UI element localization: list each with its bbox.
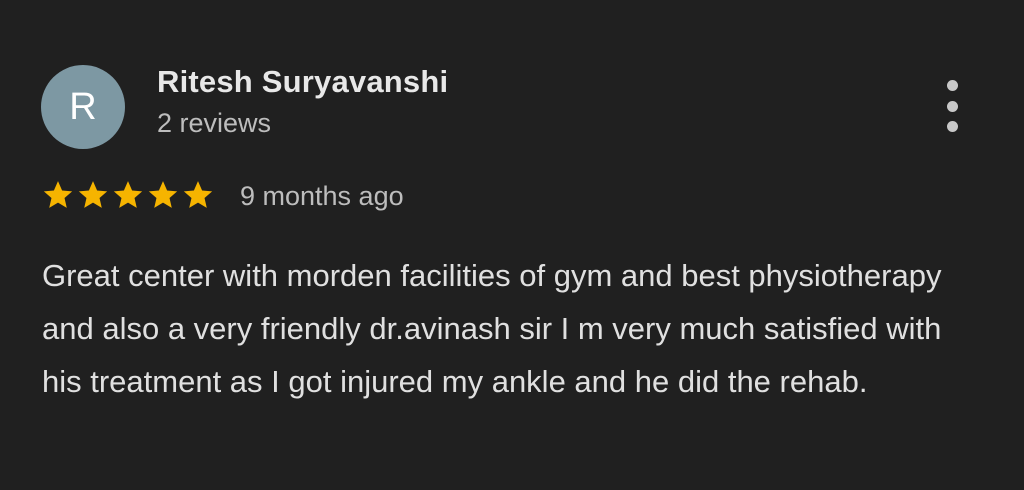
more-vert-icon — [946, 80, 958, 91]
star-icon — [148, 181, 178, 208]
star-icon — [43, 181, 73, 208]
review-card: R Ritesh Suryavanshi 2 reviews 9 months … — [0, 0, 1024, 490]
review-text: Great center with morden facilities of g… — [42, 258, 942, 399]
more-vert-icon-dot — [946, 121, 958, 132]
more-vert-icon-dot — [946, 100, 958, 112]
star-icon — [78, 181, 108, 208]
review-count: 2 reviews — [157, 108, 272, 138]
star-rating — [41, 178, 215, 212]
review-time: 9 months ago — [240, 181, 404, 211]
more-options-button[interactable] — [936, 80, 968, 132]
star-icon — [113, 181, 143, 208]
author-name[interactable]: Ritesh Suryavanshi — [157, 64, 448, 100]
star-icon — [183, 181, 213, 208]
avatar[interactable]: R — [41, 65, 125, 149]
